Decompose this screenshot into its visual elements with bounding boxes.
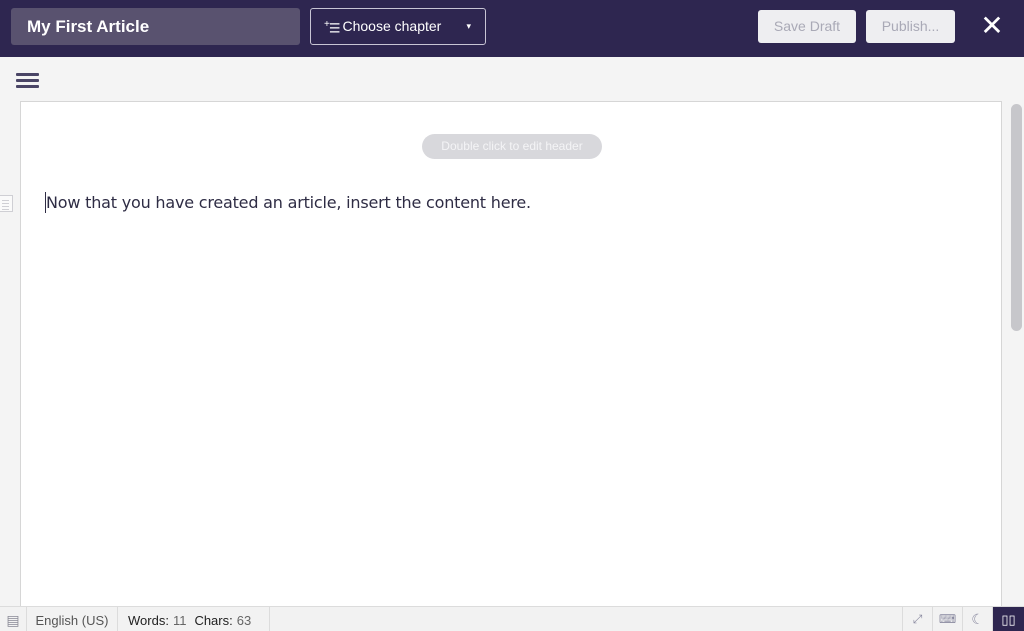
reading-mode-icon[interactable]: ▯▯ xyxy=(992,607,1024,631)
dark-mode-icon[interactable]: ☾ xyxy=(962,607,992,631)
vertical-scrollbar[interactable] xyxy=(1011,104,1022,331)
top-bar: My First Article +☰ Choose chapter ▾ Sav… xyxy=(0,0,1024,57)
fullscreen-icon[interactable]: ⤢ xyxy=(902,607,932,631)
language-selector[interactable]: English (US) xyxy=(27,607,118,631)
chars-label: Chars: xyxy=(194,613,233,628)
save-draft-button[interactable]: Save Draft xyxy=(758,10,856,43)
publish-button[interactable]: Publish... xyxy=(866,10,955,43)
close-icon[interactable]: ✕ xyxy=(978,10,1006,42)
words-count: 11 xyxy=(172,613,187,628)
chars-count: 63 xyxy=(236,613,252,628)
words-label: Words: xyxy=(128,613,169,628)
edit-header-placeholder[interactable]: Double click to edit header xyxy=(422,134,602,159)
hamburger-menu-icon[interactable] xyxy=(16,73,39,89)
chevron-down-icon: ▾ xyxy=(466,21,471,31)
paragraph-handle-icon[interactable] xyxy=(0,195,13,212)
editor-page[interactable]: Double click to edit header Now that you… xyxy=(20,101,1002,606)
choose-chapter-label: Choose chapter xyxy=(342,18,442,34)
choose-chapter-button[interactable]: +☰ Choose chapter ▾ xyxy=(310,8,486,45)
article-title-input[interactable]: My First Article xyxy=(11,8,300,45)
status-bar: ▤ English (US) Words: 11 Chars: 63 ⤢ ⌨ ☾ ▯▯ xyxy=(0,606,1024,631)
keyboard-icon[interactable]: ⌨ xyxy=(932,607,962,631)
add-list-icon: +☰ xyxy=(324,19,340,36)
spellcheck-icon[interactable]: ▤ xyxy=(0,607,27,631)
word-char-count: Words: 11 Chars: 63 xyxy=(118,607,270,631)
article-body-text[interactable]: Now that you have created an article, in… xyxy=(46,193,531,212)
